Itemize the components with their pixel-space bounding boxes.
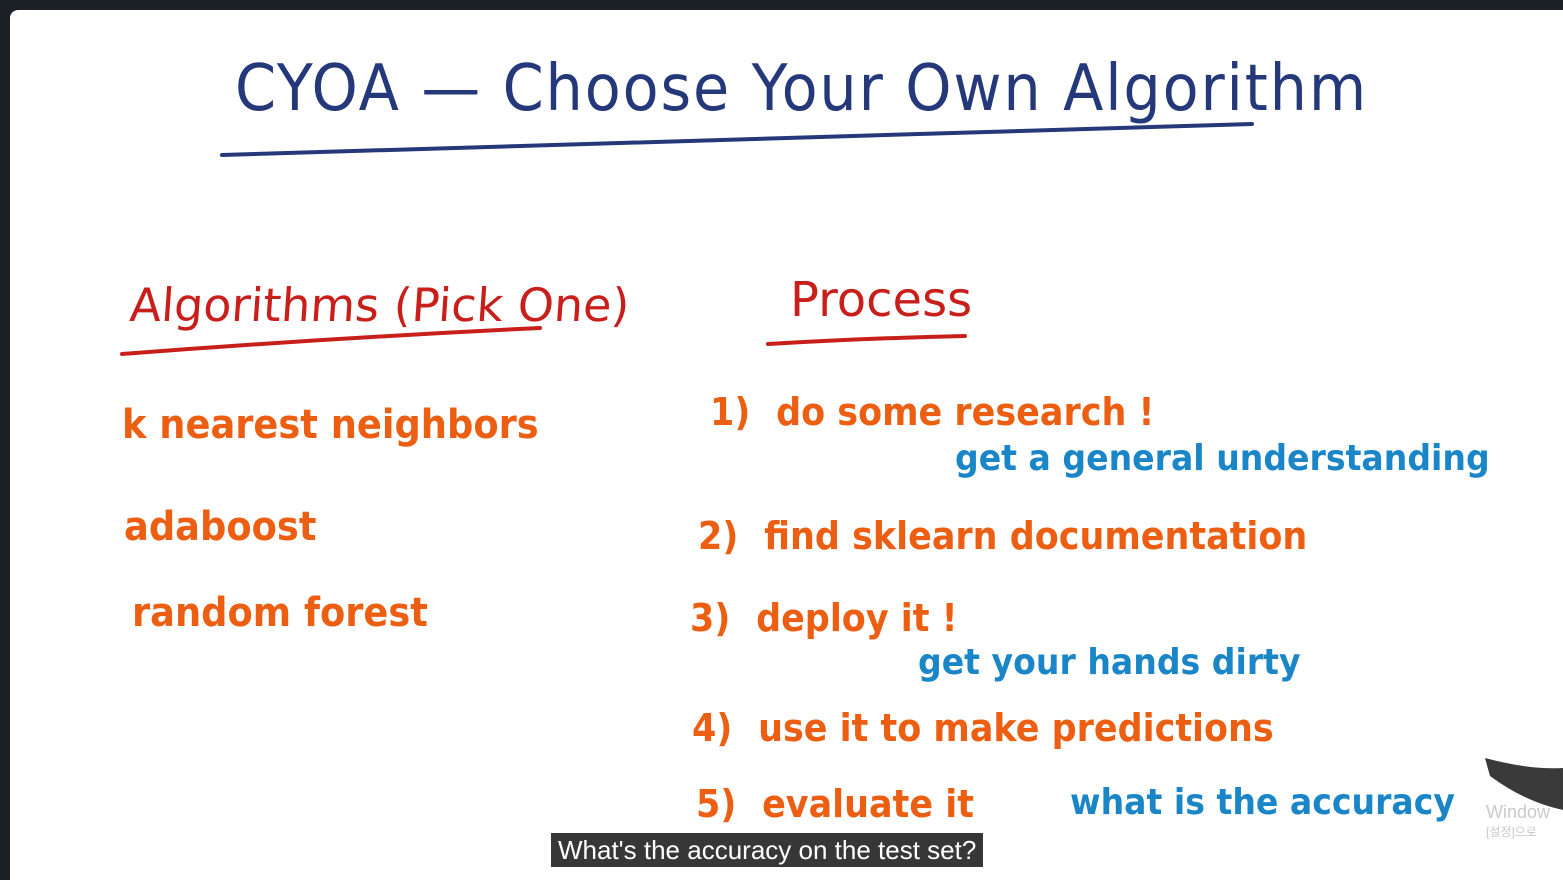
- algorithm-item-knn: k nearest neighbors: [122, 402, 539, 448]
- process-step-3: 3) deploy it !: [690, 596, 958, 640]
- step-text: use it to make predictions: [758, 706, 1274, 750]
- algorithm-item-adaboost: adaboost: [124, 504, 317, 550]
- algorithm-item-random-forest: random forest: [132, 590, 428, 636]
- process-step-5-note: what is the accuracy: [1070, 782, 1455, 823]
- algorithms-heading: Algorithms (Pick One): [128, 278, 632, 332]
- step-text: find sklearn documentation: [764, 514, 1308, 558]
- step-number: 3): [690, 596, 731, 640]
- step-text: deploy it !: [756, 596, 958, 640]
- step-text: do some research !: [776, 390, 1155, 434]
- process-step-1: 1) do some research !: [710, 390, 1154, 434]
- step-number: 5): [696, 782, 737, 826]
- process-step-5: 5) evaluate it: [696, 782, 974, 826]
- step-number: 1): [710, 390, 751, 434]
- watermark-line-2: [설정]으로: [1486, 825, 1537, 839]
- process-step-1-note: get a general understanding: [955, 438, 1490, 479]
- step-number: 2): [698, 514, 739, 558]
- watermark-line-1: Window: [1486, 802, 1551, 822]
- video-caption: What's the accuracy on the test set?: [551, 833, 984, 867]
- process-step-4: 4) use it to make predictions: [692, 706, 1274, 750]
- os-watermark: Window [설정]으로: [1486, 802, 1550, 842]
- process-underline: [766, 334, 967, 346]
- process-step-2: 2) find sklearn documentation: [698, 514, 1307, 558]
- page-title: CYOA — Choose Your Own Algorithm: [235, 52, 1369, 126]
- process-step-3-note: get your hands dirty: [918, 642, 1301, 683]
- step-number: 4): [692, 706, 733, 750]
- step-text: evaluate it: [762, 782, 974, 826]
- process-heading: Process: [790, 272, 973, 328]
- title-underline: [220, 122, 1254, 157]
- whiteboard: CYOA — Choose Your Own Algorithm Algorit…: [10, 10, 1563, 880]
